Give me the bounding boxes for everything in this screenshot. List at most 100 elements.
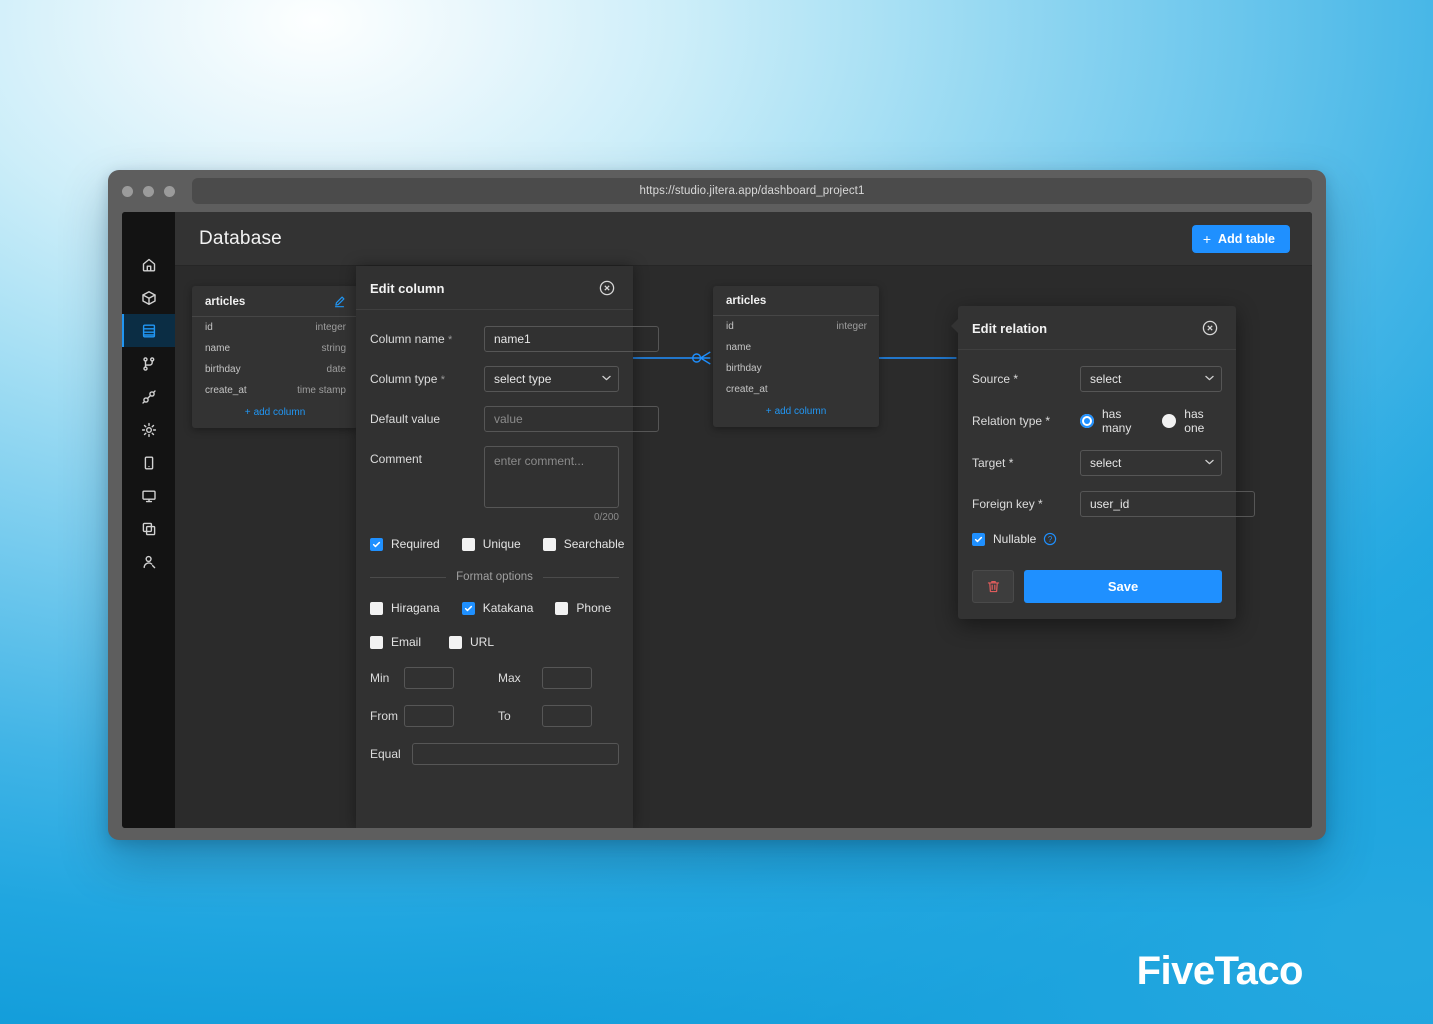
field-label: Foreign key * xyxy=(972,497,1080,511)
edit-column-body: Column name * Column type * xyxy=(356,310,659,777)
add-column-button[interactable]: + add column xyxy=(713,400,879,427)
radio-dot[interactable] xyxy=(1080,414,1094,428)
sidebar-item-home[interactable] xyxy=(122,248,175,281)
foreign-key-input[interactable] xyxy=(1080,491,1255,517)
url-bar[interactable]: https://studio.jitera.app/dashboard_proj… xyxy=(192,178,1312,204)
mobile-icon xyxy=(144,456,153,470)
table-row[interactable]: birthday xyxy=(713,358,879,379)
checkbox-box[interactable] xyxy=(542,537,556,551)
add-column-label: add column xyxy=(253,407,306,418)
table-card-articles-2[interactable]: articles id integer name birthday create… xyxy=(713,286,879,427)
maximize-dot[interactable] xyxy=(164,185,175,197)
column-type-value[interactable] xyxy=(484,366,619,392)
checkbox-box[interactable] xyxy=(461,601,475,615)
table-row[interactable]: name xyxy=(713,337,879,358)
add-table-button[interactable]: + Add table xyxy=(1191,224,1290,253)
erd-canvas[interactable]: articles id integer name string birthday… xyxy=(175,266,1312,828)
to-input[interactable] xyxy=(542,705,592,727)
table-name: articles xyxy=(726,295,767,307)
checkbox-label: Nullable xyxy=(993,532,1037,546)
checkbox-box[interactable] xyxy=(449,635,463,649)
home-icon xyxy=(142,258,155,271)
checkbox-box[interactable] xyxy=(370,537,383,551)
table-card-header: articles xyxy=(713,286,879,316)
help-circle-icon[interactable]: ? xyxy=(1043,532,1057,546)
checkbox-label: URL xyxy=(470,635,495,649)
checkbox-box[interactable] xyxy=(370,601,383,615)
table-row[interactable]: birthday date xyxy=(192,359,358,380)
label-text: Foreign key xyxy=(972,497,1035,511)
max-label: Max xyxy=(498,671,521,685)
edit-relation-panel: Edit relation Source * select Relation t… xyxy=(951,306,1255,619)
table-row[interactable]: id integer xyxy=(192,317,358,338)
field-nullable: Nullable ? xyxy=(972,532,1222,546)
add-table-label: Add table xyxy=(1218,231,1275,246)
equal-input[interactable] xyxy=(412,743,619,765)
column-name-input[interactable] xyxy=(484,326,659,352)
default-value-input[interactable] xyxy=(484,406,659,432)
sidebar-item-settings[interactable] xyxy=(122,413,175,446)
sidebar-item-members[interactable] xyxy=(122,545,175,578)
checkbox-box[interactable] xyxy=(972,532,985,546)
page-title: Database xyxy=(199,227,282,249)
radio-has-many[interactable]: has many xyxy=(1080,407,1148,435)
source-value[interactable] xyxy=(1080,366,1222,392)
sidebar-item-layers[interactable] xyxy=(122,512,175,545)
checkbox-email[interactable]: Email xyxy=(370,635,421,649)
close-dot[interactable] xyxy=(122,185,133,197)
checkbox-unique[interactable]: Unique xyxy=(461,537,521,551)
add-column-button[interactable]: + add column xyxy=(192,401,358,428)
checkbox-searchable[interactable]: Searchable xyxy=(542,537,624,551)
table-row[interactable]: create_at time stamp xyxy=(192,380,358,401)
range-min-max: Min Max xyxy=(370,667,619,689)
from-input[interactable] xyxy=(404,705,454,727)
checkbox-box[interactable] xyxy=(461,537,475,551)
checkbox-url[interactable]: URL xyxy=(449,635,494,649)
save-button[interactable]: Save xyxy=(1024,570,1222,603)
checkbox-required[interactable]: Required xyxy=(370,537,440,551)
source-select[interactable] xyxy=(1080,366,1222,392)
checkbox-hiragana[interactable]: Hiragana xyxy=(370,601,440,615)
radio-dot[interactable] xyxy=(1162,414,1177,428)
sidebar-item-database[interactable] xyxy=(122,314,175,347)
add-column-label: add column xyxy=(774,406,827,417)
table-row[interactable]: create_at xyxy=(713,379,879,400)
checkbox-box[interactable] xyxy=(370,635,383,649)
column-type: time stamp xyxy=(297,385,346,396)
checkbox-nullable[interactable]: Nullable xyxy=(972,532,1036,546)
sidebar-item-workflow[interactable] xyxy=(122,347,175,380)
comment-textarea[interactable] xyxy=(484,446,619,508)
radio-has-one[interactable]: has one xyxy=(1162,407,1222,435)
checkbox-label: Phone xyxy=(576,601,612,615)
sidebar-item-package[interactable] xyxy=(122,281,175,314)
column-name: id xyxy=(205,322,213,333)
sidebar-item-mobile[interactable] xyxy=(122,446,175,479)
target-value[interactable] xyxy=(1080,450,1222,476)
field-label: Comment xyxy=(370,446,484,466)
sidebar-item-desktop[interactable] xyxy=(122,479,175,512)
close-circle-icon[interactable] xyxy=(1202,320,1218,336)
format-options-row-1: Hiragana Katakana Phone xyxy=(370,601,619,615)
edit-relation-header: Edit relation xyxy=(958,306,1236,350)
pencil-icon[interactable] xyxy=(333,295,346,308)
delete-relation-button[interactable] xyxy=(972,570,1014,603)
format-options-row-2: Email URL xyxy=(370,635,619,649)
target-select[interactable] xyxy=(1080,450,1222,476)
checkbox-katakana[interactable]: Katakana xyxy=(461,601,533,615)
table-card-articles-1[interactable]: articles id integer name string birthday… xyxy=(192,286,358,428)
max-input[interactable] xyxy=(542,667,592,689)
column-type-select[interactable] xyxy=(484,366,619,392)
checkbox-box[interactable] xyxy=(555,601,569,615)
field-target: Target * xyxy=(972,450,1222,476)
checkbox-phone[interactable]: Phone xyxy=(555,601,611,615)
table-row[interactable]: id integer xyxy=(713,316,879,337)
close-circle-icon[interactable] xyxy=(599,280,615,296)
field-source: Source * xyxy=(972,366,1222,392)
url-text: https://studio.jitera.app/dashboard_proj… xyxy=(639,185,865,197)
label-text: Comment xyxy=(370,452,423,466)
copy-icon xyxy=(142,522,155,535)
sidebar-item-plugins[interactable] xyxy=(122,380,175,413)
minimize-dot[interactable] xyxy=(143,185,154,197)
min-input[interactable] xyxy=(404,667,454,689)
table-row[interactable]: name string xyxy=(192,338,358,359)
